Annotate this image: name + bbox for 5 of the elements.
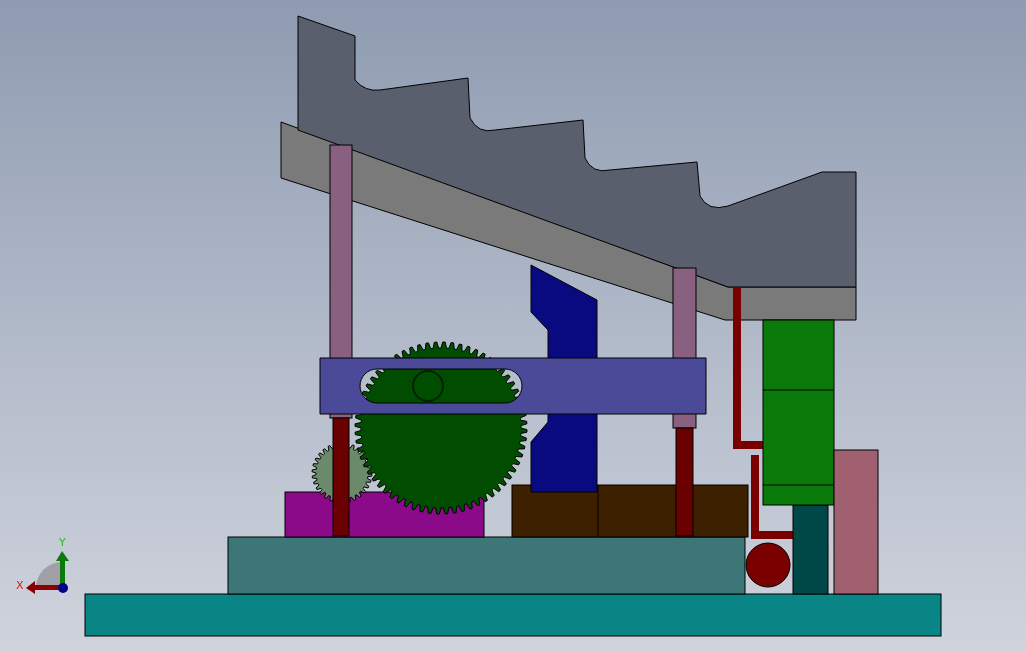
x-axis-label: X [16, 579, 24, 592]
wheel [745, 542, 791, 588]
pivot-pin [412, 370, 444, 402]
y-axis-label: Y [59, 536, 66, 549]
axis-triad-icon [26, 551, 69, 594]
